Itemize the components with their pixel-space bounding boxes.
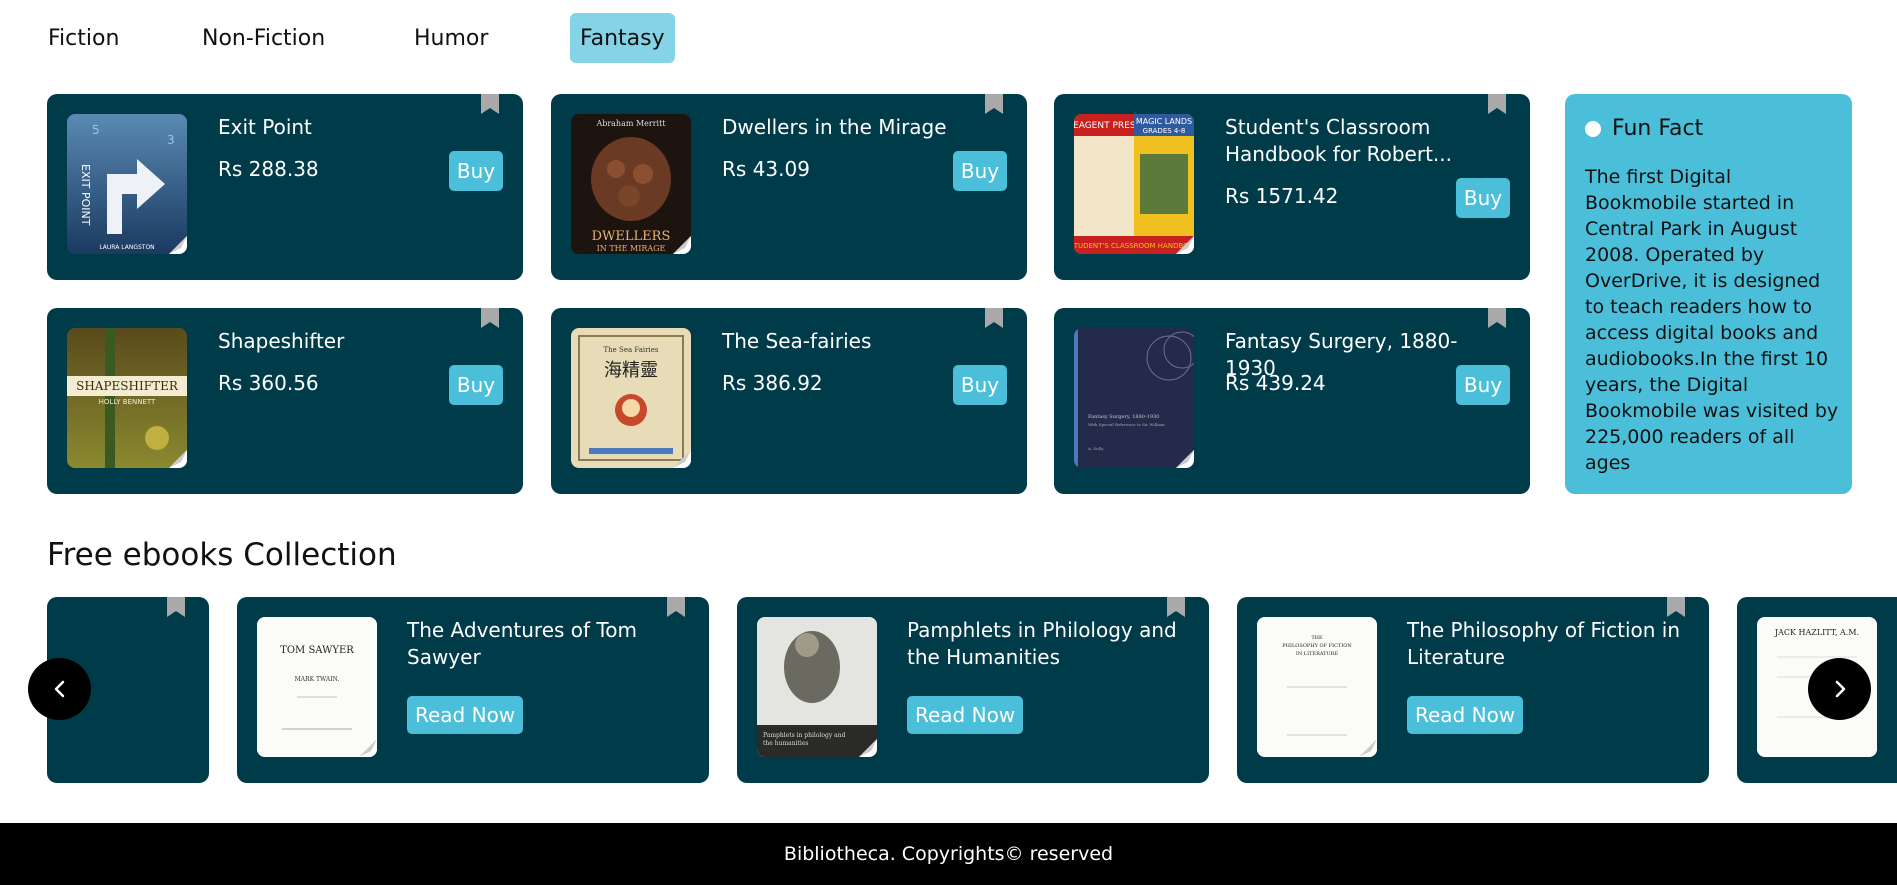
- svg-text:THE: THE: [1311, 635, 1323, 641]
- svg-text:With Special Reference to Sir: With Special Reference to Sir William: [1088, 422, 1165, 427]
- bullet-icon: [1585, 121, 1601, 137]
- svg-text:MAGIC LANDS: MAGIC LANDS: [1136, 117, 1192, 126]
- svg-text:Fantasy Surgery, 1880-1930: Fantasy Surgery, 1880-1930: [1088, 414, 1159, 420]
- tab-non-fiction[interactable]: Non-Fiction: [192, 13, 335, 63]
- ebook-cover: Pamphlets in philology and the humanitie…: [757, 617, 877, 757]
- chevron-right-icon: [1835, 680, 1845, 698]
- svg-text:A. Sully: A. Sully: [1087, 446, 1104, 451]
- bookmark-icon[interactable]: [1488, 94, 1506, 114]
- chevron-left-icon: [54, 680, 64, 698]
- book-card: REAGENT PRESS MAGIC LANDS GRADES 4-8 STU…: [1054, 94, 1530, 280]
- svg-text:PHILOSOPHY OF FICTION: PHILOSOPHY OF FICTION: [1282, 643, 1352, 649]
- book-card: Abraham Merritt DWELLERS IN THE MIRAGE D…: [551, 94, 1027, 280]
- svg-text:3: 3: [167, 133, 175, 147]
- book-card: SHAPESHIFTER HOLLY BENNETT Shapeshifter …: [47, 308, 523, 494]
- fun-fact-title: Fun Fact: [1612, 116, 1704, 141]
- svg-text:GRADES 4-8: GRADES 4-8: [1143, 127, 1186, 135]
- tab-fantasy[interactable]: Fantasy: [570, 13, 675, 63]
- read-now-button[interactable]: Read Now: [907, 696, 1024, 734]
- fun-fact-text: The first Digital Bookmobile started in …: [1585, 166, 1839, 474]
- svg-text:IN LITERATURE: IN LITERATURE: [1296, 651, 1339, 657]
- book-cover: Fantasy Surgery, 1880-1930 With Special …: [1074, 328, 1194, 468]
- bookmark-icon[interactable]: [167, 597, 185, 617]
- buy-button[interactable]: Buy: [449, 151, 503, 191]
- bookmark-icon[interactable]: [985, 94, 1003, 114]
- ebook-title: Pamphlets in Philology and the Humanitie…: [907, 618, 1177, 669]
- book-cover: REAGENT PRESS MAGIC LANDS GRADES 4-8 STU…: [1074, 114, 1194, 254]
- buy-button[interactable]: Buy: [1456, 365, 1510, 405]
- book-title: The Sea-fairies: [722, 329, 872, 353]
- ebook-title: The Philosophy of Fiction in Literature: [1407, 618, 1680, 669]
- book-card: The Sea Fairies 海精靈 The Sea-fairies Rs 3…: [551, 308, 1027, 494]
- book-cover: The Sea Fairies 海精靈: [571, 328, 691, 468]
- ebook-cover: THE PHILOSOPHY OF FICTION IN LITERATURE: [1257, 617, 1377, 757]
- svg-text:DWELLERS: DWELLERS: [592, 229, 671, 244]
- svg-text:Pamphlets in philology and: Pamphlets in philology and: [763, 732, 846, 739]
- book-title: Dwellers in the Mirage: [722, 115, 947, 139]
- tab-label: Fantasy: [580, 25, 665, 51]
- svg-text:HOLLY BENNETT: HOLLY BENNETT: [99, 398, 156, 406]
- tab-label: Humor: [414, 25, 489, 51]
- bookmark-icon[interactable]: [481, 308, 499, 328]
- fun-fact-panel: Fun Fact The first Digital Bookmobile st…: [1565, 94, 1852, 494]
- cover-title: JACK HAZLITT, A.M.: [1774, 628, 1859, 637]
- book-card: EXIT POINT LAURA LANGSTON 5 3 Exit Point…: [47, 94, 523, 280]
- carousel-prev-button[interactable]: [28, 658, 91, 720]
- svg-text:EXIT POINT: EXIT POINT: [79, 164, 92, 226]
- tab-fiction[interactable]: Fiction: [38, 13, 129, 63]
- book-price: Rs 439.24: [1225, 371, 1326, 395]
- buy-button[interactable]: Buy: [953, 365, 1007, 405]
- svg-text:海精靈: 海精靈: [604, 360, 658, 381]
- ebook-card: THE PHILOSOPHY OF FICTION IN LITERATURE …: [1237, 597, 1709, 783]
- book-cover: EXIT POINT LAURA LANGSTON 5 3: [67, 114, 187, 254]
- svg-text:REAGENT PRESS: REAGENT PRESS: [1074, 121, 1142, 131]
- book-price: Rs 360.56: [218, 371, 319, 395]
- bookmark-icon[interactable]: [985, 308, 1003, 328]
- svg-text:SHAPESHIFTER: SHAPESHIFTER: [76, 379, 179, 393]
- read-now-button[interactable]: Read Now: [1407, 696, 1524, 734]
- tab-label: Non-Fiction: [202, 25, 326, 51]
- ebook-card: Pamphlets in philology and the humanitie…: [737, 597, 1209, 783]
- book-price: Rs 386.92: [722, 371, 823, 395]
- section-title: Free ebooks Collection: [47, 537, 397, 573]
- svg-text:the humanities: the humanities: [763, 740, 808, 747]
- book-price: Rs 288.38: [218, 157, 319, 181]
- buy-button[interactable]: Buy: [449, 365, 503, 405]
- footer: Bibliotheca. Copyrights© reserved: [0, 823, 1897, 885]
- ebook-cover: TOM SAWYER MARK TWAIN.: [257, 617, 377, 757]
- book-cover: Abraham Merritt DWELLERS IN THE MIRAGE: [571, 114, 691, 254]
- ebook-title: The Adventures of Tom Sawyer: [407, 618, 637, 669]
- ebook-card: TOM SAWYER MARK TWAIN. The Adventures of…: [237, 597, 709, 783]
- carousel-next-button[interactable]: [1808, 658, 1871, 720]
- bookmark-icon[interactable]: [667, 597, 685, 617]
- tab-humor[interactable]: Humor: [404, 13, 498, 63]
- book-title: Student's Classroom Handbook for Robert.…: [1225, 115, 1453, 166]
- buy-button[interactable]: Buy: [953, 151, 1007, 191]
- book-title: Exit Point: [218, 115, 312, 139]
- read-now-button[interactable]: Read Now: [407, 696, 524, 734]
- tab-label: Fiction: [48, 25, 120, 51]
- svg-text:5: 5: [92, 123, 100, 137]
- bookmark-icon[interactable]: [481, 94, 499, 114]
- svg-text:LAURA LANGSTON: LAURA LANGSTON: [99, 244, 154, 251]
- book-cover: SHAPESHIFTER HOLLY BENNETT: [67, 328, 187, 468]
- book-price: Rs 43.09: [722, 157, 810, 181]
- book-title: Shapeshifter: [218, 329, 345, 353]
- book-price: Rs 1571.42: [1225, 184, 1339, 208]
- cover-author: MARK TWAIN.: [295, 676, 340, 683]
- book-card: Fantasy Surgery, 1880-1930 With Special …: [1054, 308, 1530, 494]
- buy-button[interactable]: Buy: [1456, 178, 1510, 218]
- svg-text:IN THE MIRAGE: IN THE MIRAGE: [597, 244, 666, 253]
- bookmark-icon[interactable]: [1667, 597, 1685, 617]
- cover-title: TOM SAWYER: [280, 645, 354, 656]
- svg-text:Abraham Merritt: Abraham Merritt: [595, 119, 666, 128]
- svg-text:The Sea Fairies: The Sea Fairies: [604, 346, 659, 354]
- footer-text: Bibliotheca. Copyrights© reserved: [783, 843, 1114, 865]
- bookmark-icon[interactable]: [1488, 308, 1506, 328]
- bookmark-icon[interactable]: [1167, 597, 1185, 617]
